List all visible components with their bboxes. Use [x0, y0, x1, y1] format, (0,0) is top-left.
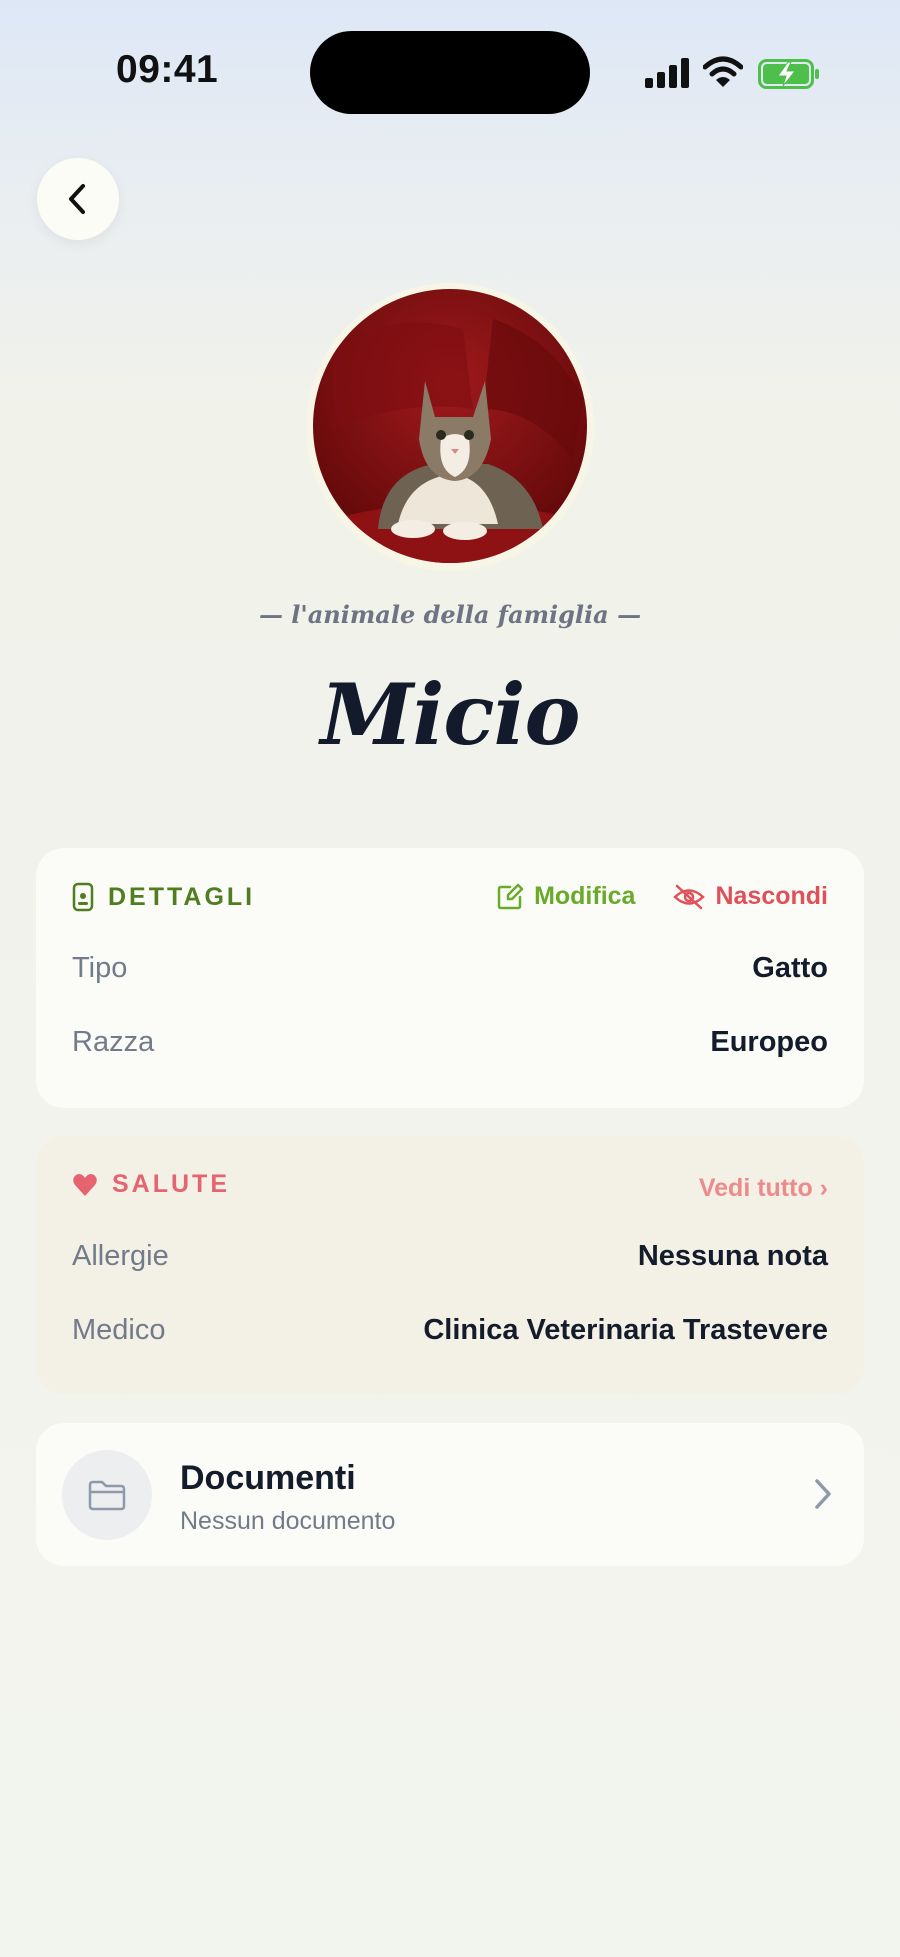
documents-icon-wrap [62, 1450, 152, 1540]
details-row-breed: Razza Europeo [72, 1026, 828, 1059]
documents-subtitle: Nessun documento [180, 1507, 396, 1535]
heart-icon [73, 1173, 97, 1196]
back-button[interactable] [37, 158, 119, 240]
chevron-left-icon [69, 184, 85, 214]
phone-tag-icon [72, 882, 94, 912]
health-row-vet: Medico Clinica Veterinaria Trastevere [72, 1314, 828, 1347]
wifi-icon [703, 56, 743, 87]
health-header: SALUTE [72, 1170, 230, 1199]
details-row-type: Tipo Gatto [72, 952, 828, 985]
details-title: DETTAGLI [108, 882, 256, 911]
health-card: SALUTE Vedi tutto › Allergie Nessuna not… [36, 1136, 864, 1394]
details-header: DETTAGLI [72, 882, 255, 912]
battery-charging-icon [758, 59, 819, 89]
health-row-allergies: Allergie Nessuna nota [72, 1240, 828, 1273]
row-value: Gatto [752, 952, 828, 984]
documents-title: Documenti [180, 1459, 356, 1497]
chevron-right-icon [815, 1479, 831, 1509]
folder-icon [88, 1480, 126, 1511]
edit-icon [497, 883, 524, 909]
signal-icon [645, 58, 689, 88]
see-all-link[interactable]: Vedi tutto › [699, 1174, 828, 1203]
health-title: SALUTE [112, 1170, 230, 1198]
details-card: DETTAGLI Modifica Nascondi Tipo Gatto Ra… [36, 848, 864, 1108]
row-value: Clinica Veterinaria Trastevere [423, 1314, 828, 1346]
pet-tagline: — l'animale della famiglia — [258, 600, 642, 629]
row-label: Razza [72, 1026, 155, 1058]
cat-photo [313, 289, 587, 563]
edit-button[interactable]: Modifica [496, 882, 635, 911]
documents-card[interactable]: Documenti Nessun documento [36, 1423, 864, 1566]
hide-label: Nascondi [715, 882, 828, 910]
dynamic-island [310, 31, 590, 114]
row-value: Nessuna nota [637, 1240, 828, 1272]
row-value: Europeo [710, 1026, 828, 1058]
row-label: Tipo [72, 952, 128, 984]
hide-button[interactable]: Nascondi [673, 882, 828, 911]
status-bar: 09:41 [0, 0, 900, 145]
row-label: Allergie [72, 1240, 169, 1272]
status-time: 09:41 [116, 48, 219, 91]
edit-label: Modifica [534, 882, 636, 910]
pet-avatar [313, 289, 587, 563]
row-label: Medico [72, 1314, 166, 1346]
eye-off-icon [673, 884, 706, 909]
pet-name: Micio [320, 665, 581, 764]
